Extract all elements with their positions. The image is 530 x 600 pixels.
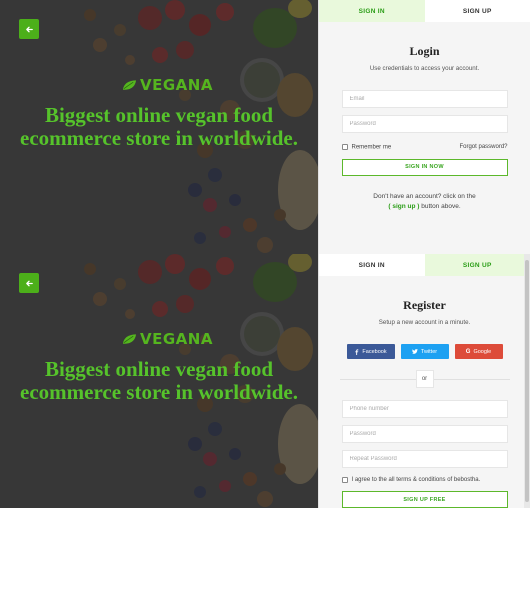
email-field[interactable] (341, 90, 508, 108)
page-blank-area (0, 508, 530, 600)
facebook-label: Facebook (362, 348, 387, 355)
register-form-panel: SIGN IN SIGN UP Register Setup a new acc… (318, 254, 530, 508)
brand-logo[interactable]: VEGANA (122, 330, 213, 348)
google-label: Google (473, 348, 492, 355)
back-button[interactable] (19, 19, 39, 39)
back-button[interactable] (19, 273, 39, 293)
scrollbar-thumb[interactable] (525, 260, 529, 502)
brand-name: VEGANA (140, 330, 213, 348)
prompt-text: Don't have an account? click on the (373, 192, 476, 200)
facebook-icon (355, 348, 359, 355)
hero-banner: VEGANA Biggest online vegan food ecommer… (0, 0, 318, 254)
remember-me[interactable]: Remember me (341, 144, 392, 151)
sign-up-prompt: Don't have an account? click on the ( si… (319, 192, 530, 212)
hero-tagline: Biggest online vegan food ecommerce stor… (20, 103, 298, 150)
login-form-panel: SIGN IN SIGN UP Login Use credentials to… (318, 0, 530, 254)
twitter-icon (411, 349, 418, 354)
form-subtitle: Use credentials to access your account. (369, 65, 480, 72)
remember-label: Remember me (351, 144, 392, 151)
scrollbar[interactable] (524, 254, 530, 508)
terms-label: I agree to the all terms & conditions of… (351, 477, 481, 483)
sign-up-link[interactable]: ( sign up ) (388, 203, 419, 210)
twitter-button[interactable]: Twitter (400, 344, 449, 359)
form-subtitle: Setup a new account in a minute. (378, 319, 471, 326)
form-title: Register (403, 298, 446, 312)
remember-row: Remember me Forgot password? (341, 144, 508, 151)
or-divider: or (339, 370, 510, 388)
login-screen: VEGANA Biggest online vegan food ecommer… (0, 0, 530, 254)
leaf-icon (122, 334, 137, 344)
terms-checkbox[interactable] (341, 477, 348, 483)
tab-sign-up[interactable]: SIGN UP (424, 0, 530, 22)
social-login-buttons: Facebook Twitter G Google (319, 344, 530, 359)
leaf-icon (122, 80, 137, 90)
form-title: Login (409, 44, 440, 58)
tab-sign-in[interactable]: SIGN IN (319, 254, 425, 276)
or-label: or (415, 370, 434, 388)
google-icon: G (465, 348, 471, 355)
facebook-button[interactable]: Facebook (346, 344, 395, 359)
forgot-password-link[interactable]: Forgot password? (459, 144, 507, 150)
brand-logo[interactable]: VEGANA (122, 76, 213, 94)
password-field[interactable] (341, 425, 508, 443)
register-screen: VEGANA Biggest online vegan food ecommer… (0, 254, 530, 508)
brand-name: VEGANA (140, 76, 213, 94)
terms-row: I agree to the all terms & conditions of… (341, 477, 508, 483)
remember-checkbox[interactable] (341, 144, 348, 150)
prompt-text-end: button above. (419, 202, 461, 210)
repeat-password-field[interactable] (341, 450, 508, 468)
tab-sign-up[interactable]: SIGN UP (424, 254, 530, 276)
sign-up-button[interactable]: SIGN UP FREE (341, 491, 508, 508)
auth-tabs: SIGN IN SIGN UP (319, 254, 530, 276)
tab-sign-in[interactable]: SIGN IN (319, 0, 425, 22)
arrow-left-icon (25, 26, 33, 32)
hero-banner: VEGANA Biggest online vegan food ecommer… (0, 254, 318, 508)
auth-tabs: SIGN IN SIGN UP (319, 0, 530, 22)
sign-in-button[interactable]: SIGN IN NOW (341, 158, 508, 176)
hero-tagline: Biggest online vegan food ecommerce stor… (20, 357, 298, 404)
arrow-left-icon (25, 280, 33, 286)
phone-number-field[interactable] (341, 400, 508, 418)
google-button[interactable]: G Google (454, 344, 503, 359)
password-field[interactable] (341, 115, 508, 133)
twitter-label: Twitter (420, 348, 438, 355)
